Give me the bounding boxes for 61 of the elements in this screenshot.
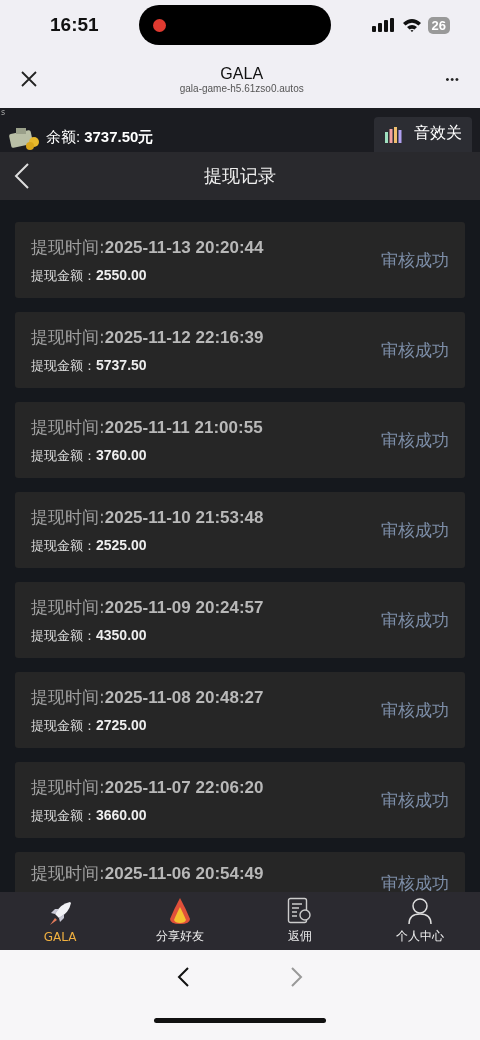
back-icon[interactable] <box>14 162 30 190</box>
time-label: 提现时间: <box>31 863 105 883</box>
time-value: 2025-11-12 22:16:39 <box>104 327 264 347</box>
amount-value: 2525.00 <box>96 536 147 553</box>
tab-item[interactable]: GALA <box>0 892 120 950</box>
amount-label: 提现金额： <box>31 807 96 823</box>
status-text: 审核成功 <box>381 338 449 362</box>
time-value: 2025-11-06 20:54:49 <box>104 864 264 883</box>
time-label: 提现时间: <box>31 326 105 347</box>
bar-chart-icon <box>384 124 402 143</box>
time-label: 提现时间: <box>31 776 105 797</box>
time-value: 2025-11-08 20:48:27 <box>104 687 264 707</box>
amount-label: 提现金额： <box>31 537 96 553</box>
amount-value: 2725.00 <box>96 716 147 733</box>
sound-toggle-button[interactable]: 音效关 <box>374 117 472 152</box>
time-label: 提现时间: <box>31 416 105 437</box>
time-value: 2025-11-09 20:24:57 <box>104 597 264 617</box>
time-label: 提现时间: <box>31 686 105 707</box>
certificate-icon <box>287 897 313 925</box>
person-icon <box>407 897 433 925</box>
corner-mark: s <box>1 108 6 117</box>
time-label: 提现时间: <box>31 506 105 527</box>
amount-label: 提现金额： <box>31 627 96 643</box>
signal-icon <box>371 18 396 32</box>
status-text: 审核成功 <box>381 872 449 892</box>
amount-label: 提现金额： <box>31 717 96 733</box>
balance-amount: 3737.50元 <box>84 127 154 147</box>
tab-item[interactable]: 个人中心 <box>360 892 480 950</box>
wifi-icon <box>401 18 422 32</box>
tab-item[interactable]: 分享好友 <box>120 892 240 950</box>
amount-value: 3660.00 <box>96 806 147 823</box>
status-text: 审核成功 <box>381 698 449 722</box>
more-button[interactable]: ••• <box>445 73 460 85</box>
time-value: 2025-11-11 21:00:55 <box>104 417 263 437</box>
time-value: 2025-11-13 20:20:44 <box>104 237 264 257</box>
page-title: GALA <box>220 64 264 83</box>
time-label: 提现时间: <box>31 596 105 617</box>
amount-label: 提现金额： <box>31 267 96 283</box>
status-text: 审核成功 <box>381 428 449 452</box>
recording-dot-icon <box>153 18 167 32</box>
flame-icon <box>168 897 192 925</box>
tab-item[interactable]: 返佣 <box>240 892 360 950</box>
amount-value: 5737.50 <box>96 356 147 373</box>
status-text: 审核成功 <box>381 788 449 812</box>
battery-level: 26 <box>427 16 450 34</box>
status-time: 16:51 <box>50 14 99 36</box>
amount-value: 4350.00 <box>96 626 147 643</box>
status-text: 审核成功 <box>381 248 449 272</box>
screen-title: 提现记录 <box>204 164 276 188</box>
page-url: gala-game-h5.61zso0.autos <box>179 82 304 94</box>
time-value: 2025-11-07 22:06:20 <box>104 777 264 797</box>
amount-label: 提现金额： <box>31 357 96 373</box>
time-value: 2025-11-10 21:53:48 <box>104 507 264 527</box>
amount-label: 提现金额： <box>31 447 96 463</box>
amount-value: 3760.00 <box>96 446 147 463</box>
amount-value: 2550.00 <box>96 266 147 283</box>
close-icon[interactable] <box>20 70 38 88</box>
balance-label: 余额: <box>46 127 81 147</box>
time-label: 提现时间: <box>31 236 105 257</box>
status-text: 审核成功 <box>381 608 449 632</box>
status-text: 审核成功 <box>381 518 449 542</box>
